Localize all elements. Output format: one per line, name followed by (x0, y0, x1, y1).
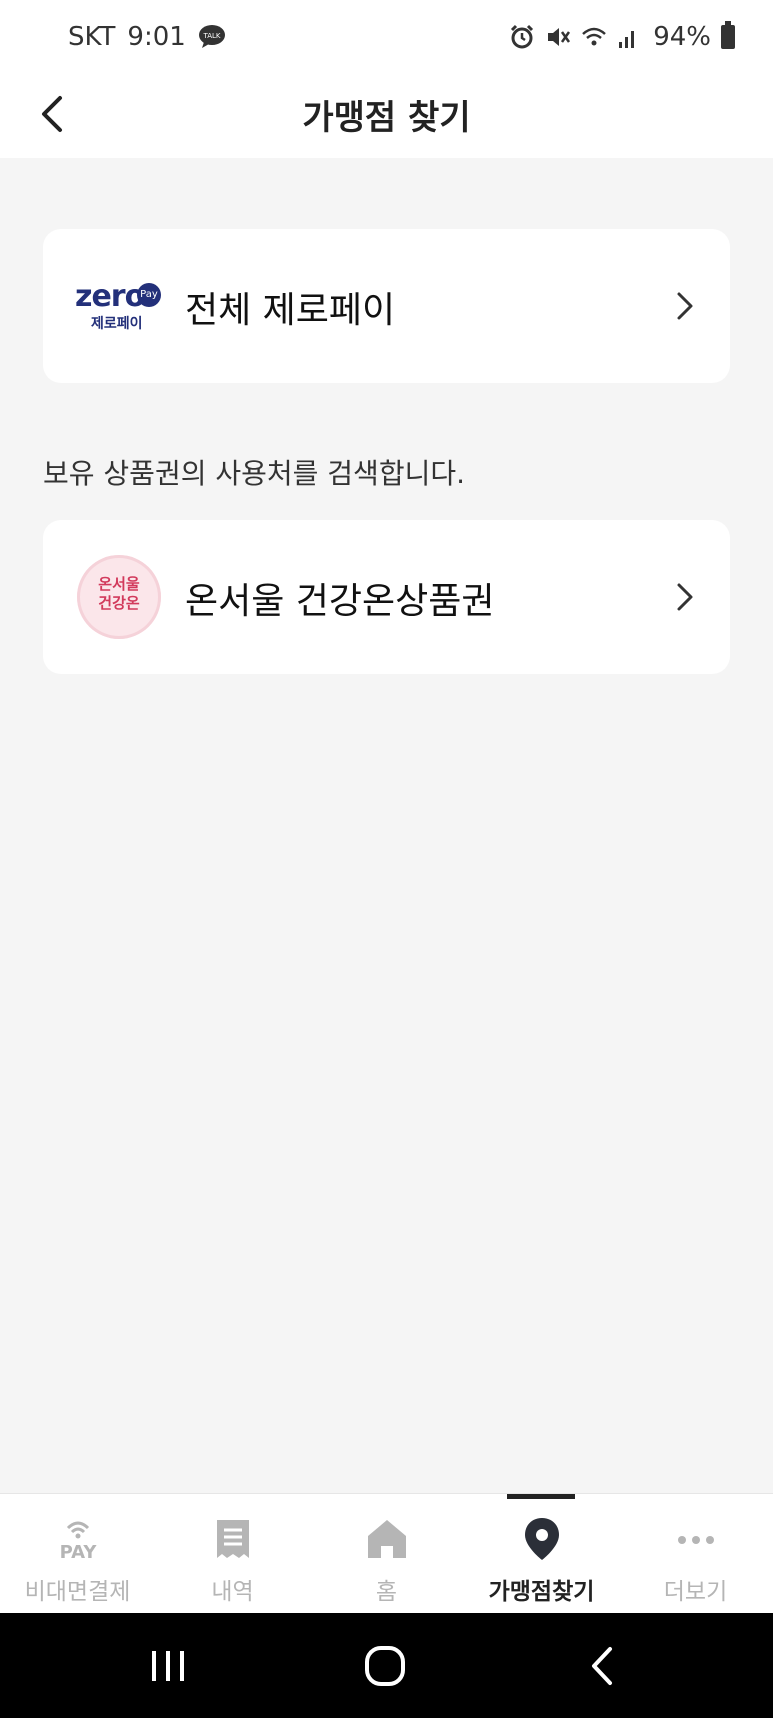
zeropay-logo-word: zero (75, 279, 145, 314)
zeropay-logo: zero Pay 제로페이 (75, 279, 167, 335)
onseoul-logo: 온서울 건강온 (77, 555, 161, 639)
page-title: 가맹점 찾기 (302, 98, 471, 138)
tab-home[interactable]: 홈 (309, 1494, 464, 1614)
tab-find-stores[interactable]: 가맹점찾기 (464, 1494, 619, 1614)
receipt-icon (216, 1520, 249, 1558)
onseoul-logo-line2: 건강온 (98, 594, 140, 612)
status-left: SKT 9:01 TALK (68, 22, 226, 52)
tab-label: 홈 (375, 1579, 398, 1605)
alarm-icon (509, 24, 535, 50)
mute-icon (545, 24, 571, 50)
zeropay-logo-sub: 제로페이 (91, 316, 143, 332)
home-nav-button[interactable] (355, 1643, 415, 1689)
tab-label: 비대면결제 (24, 1579, 131, 1605)
zeropay-logo-pay: Pay (137, 283, 161, 307)
tab-history[interactable]: 내역 (155, 1494, 310, 1614)
zeropay-all-card[interactable]: zero Pay 제로페이 전체 제로페이 (43, 229, 730, 383)
onseoul-logo-text: 온서울 건강온 (77, 575, 161, 613)
chevron-right-icon (677, 292, 693, 320)
recent-apps-button[interactable] (138, 1643, 198, 1689)
tab-contactless-pay[interactable]: PAY 비대면결제 (0, 1494, 155, 1614)
recent-apps-icon (152, 1651, 184, 1681)
status-right: 94% (509, 21, 735, 52)
clock: 9:01 (127, 22, 186, 52)
tab-label: 가맹점찾기 (488, 1579, 595, 1605)
back-nav-button[interactable] (574, 1643, 634, 1689)
carrier-label: SKT (68, 22, 116, 52)
app-header: 가맹점 찾기 (0, 72, 773, 158)
onseoul-logo-line1: 온서울 (98, 575, 140, 593)
home-circle-icon (365, 1646, 405, 1686)
home-icon (367, 1520, 406, 1558)
chevron-right-icon (677, 583, 693, 611)
location-pin-icon (524, 1518, 559, 1560)
bottom-tab-bar: PAY 비대면결제 내역 홈 가맹점찾기 더보기 (0, 1493, 773, 1614)
more-dots-icon (677, 1536, 714, 1544)
status-bar: SKT 9:01 TALK 94% (0, 0, 773, 72)
onseoul-card-label: 온서울 건강온상품권 (185, 581, 495, 622)
talk-icon: TALK (198, 25, 226, 49)
pay-icon-text: PAY (59, 1542, 97, 1562)
onseoul-voucher-card[interactable]: 온서울 건강온 온서울 건강온상품권 (43, 520, 730, 674)
signal-icon (617, 24, 643, 50)
battery-percent: 94% (653, 22, 711, 52)
svg-text:TALK: TALK (202, 32, 220, 40)
zeropay-card-label: 전체 제로페이 (185, 290, 396, 331)
tab-more[interactable]: 더보기 (618, 1494, 773, 1614)
battery-icon (721, 21, 735, 49)
pay-icon: PAY (59, 1521, 97, 1562)
voucher-description: 보유 상품권의 사용처를 검색합니다. (43, 457, 466, 490)
tab-label: 더보기 (663, 1579, 728, 1605)
back-icon (592, 1647, 612, 1685)
tab-label: 내역 (211, 1579, 254, 1605)
wifi-icon (581, 24, 607, 50)
system-nav-bar (0, 1613, 773, 1718)
